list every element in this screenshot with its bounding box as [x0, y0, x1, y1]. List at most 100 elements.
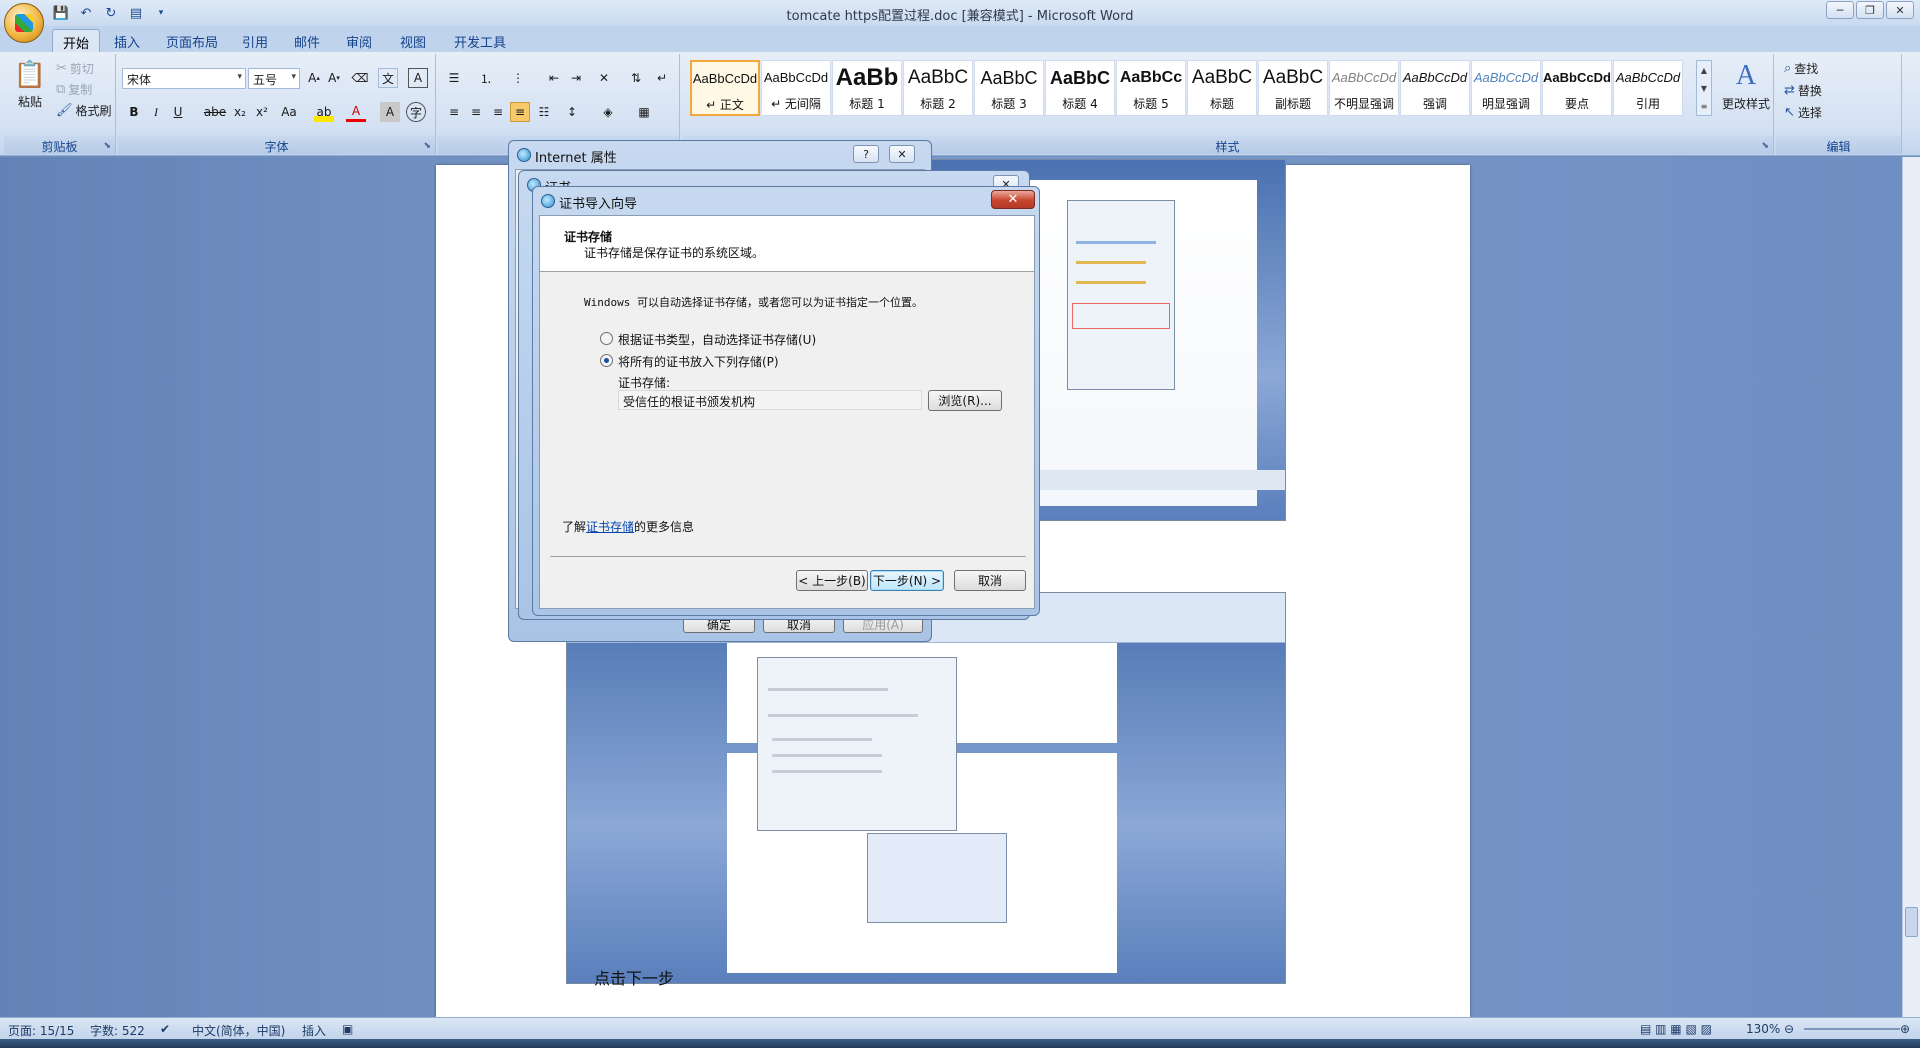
maximize-button[interactable]: ❐	[1856, 1, 1884, 19]
close-button[interactable]: ✕	[1886, 1, 1914, 19]
zoom-out-icon[interactable]: ⊖	[1784, 1022, 1794, 1036]
multilevel-list-icon[interactable]: ⋮	[508, 68, 528, 88]
radio-manual-store[interactable]	[600, 354, 613, 367]
shrink-font-icon[interactable]: A ▾	[324, 68, 344, 88]
tab-home[interactable]: 开始	[52, 29, 101, 52]
increase-indent-icon[interactable]: ⇥	[566, 68, 586, 88]
clear-format-icon[interactable]: ⌫	[350, 68, 370, 88]
tab-insert[interactable]: 插入	[104, 29, 150, 52]
grow-font-icon[interactable]: A ▴	[304, 68, 324, 88]
zoom-in-icon[interactable]: ⊕	[1900, 1022, 1910, 1036]
font-color-icon[interactable]: A	[346, 102, 366, 122]
word-count[interactable]: 字数: 522	[90, 1022, 145, 1039]
chevron-up-icon[interactable]: ▲	[1701, 66, 1707, 75]
radio-auto-store-label[interactable]: 根据证书类型，自动选择证书存储(U)	[618, 331, 816, 348]
language-indicator[interactable]: 中文(简体，中国)	[192, 1022, 285, 1039]
paste-button[interactable]: 📋 粘贴	[12, 60, 48, 110]
back-button[interactable]: < 上一步(B)	[796, 570, 868, 591]
radio-manual-store-label[interactable]: 将所有的证书放入下列存储(P)	[618, 353, 779, 370]
zoom-slider[interactable]	[1804, 1028, 1900, 1030]
dialog-launcher-icon[interactable]: ⬊	[423, 141, 431, 151]
cert-store-link[interactable]: 证书存储	[586, 520, 634, 534]
style-title[interactable]: AaBbC 标题	[1187, 60, 1257, 116]
find-button[interactable]: ⌕ 查找	[1784, 60, 1818, 77]
chinese-layout-icon[interactable]: ✕	[594, 68, 614, 88]
next-button[interactable]: 下一步(N) >	[870, 570, 944, 591]
cancel-button[interactable]: 取消	[954, 570, 1026, 591]
tab-review[interactable]: 审阅	[336, 29, 382, 52]
radio-auto-store[interactable]	[600, 332, 613, 345]
help-button[interactable]: ?	[853, 145, 879, 163]
change-styles-button[interactable]: A 更改样式	[1716, 60, 1776, 112]
office-button[interactable]	[4, 3, 44, 43]
font-name-combo[interactable]: 宋体 ▾	[122, 68, 246, 89]
macro-icon[interactable]: ▣	[342, 1022, 353, 1036]
format-painter-button[interactable]: 🖌 格式刷	[56, 102, 112, 119]
browse-button[interactable]: 浏览(R)...	[928, 390, 1002, 411]
style-gallery-scroll[interactable]: ▲ ▼ ≡	[1696, 60, 1712, 116]
style-no-spacing[interactable]: AaBbCcDd ↵ 无间隔	[761, 60, 831, 116]
superscript-icon[interactable]: x²	[252, 102, 272, 122]
font-size-combo[interactable]: 五号 ▾	[248, 68, 300, 89]
change-case-icon[interactable]: Aa	[276, 102, 302, 122]
decrease-indent-icon[interactable]: ⇤	[544, 68, 564, 88]
enclose-char-icon[interactable]: 字	[406, 102, 426, 122]
style-heading-5[interactable]: AaBbCc 标题 5	[1116, 60, 1186, 116]
line-spacing-icon[interactable]: ↕	[562, 102, 582, 122]
dialog-launcher-icon[interactable]: ⬊	[103, 141, 111, 151]
vertical-scrollbar[interactable]	[1902, 157, 1920, 1017]
minimize-button[interactable]: ─	[1826, 1, 1854, 19]
strikethrough-icon[interactable]: abe	[202, 102, 228, 122]
italic-icon[interactable]: I	[146, 102, 166, 122]
copy-button[interactable]: ⧉ 复制	[56, 81, 92, 98]
view-buttons[interactable]: ▤ ▥ ▦ ▧ ▨	[1640, 1022, 1712, 1036]
numbering-icon[interactable]: ⒈	[476, 68, 496, 88]
style-heading-4[interactable]: AaBbC 标题 4	[1045, 60, 1115, 116]
tab-developer[interactable]: 开发工具	[444, 29, 516, 52]
bullets-icon[interactable]: ☰	[444, 68, 464, 88]
subscript-icon[interactable]: x₂	[230, 102, 250, 122]
style-heading-2[interactable]: AaBbC 标题 2	[903, 60, 973, 116]
align-center-icon[interactable]: ≡	[466, 102, 486, 122]
borders-icon[interactable]: ▦	[634, 102, 654, 122]
align-right-icon[interactable]: ≡	[488, 102, 508, 122]
style-quote[interactable]: AaBbCcDd 引用	[1613, 60, 1683, 116]
style-subtitle[interactable]: AaBbC 副标题	[1258, 60, 1328, 116]
zoom-level[interactable]: 130%	[1746, 1022, 1780, 1036]
style-intense-emphasis[interactable]: AaBbCcDd 明显强调	[1471, 60, 1541, 116]
close-button[interactable]: ✕	[889, 145, 915, 163]
insert-mode[interactable]: 插入	[302, 1022, 326, 1039]
cut-button[interactable]: ✂ 剪切	[56, 60, 94, 77]
style-heading-1[interactable]: AaBb 标题 1	[832, 60, 902, 116]
shading-icon[interactable]: ◈	[598, 102, 618, 122]
replace-button[interactable]: ⇄ 替换	[1784, 82, 1822, 99]
close-button[interactable]: ✕	[991, 190, 1035, 209]
style-subtle-emphasis[interactable]: AaBbCcDd 不明显强调	[1329, 60, 1399, 116]
select-button[interactable]: ↖ 选择	[1784, 104, 1822, 121]
scroll-thumb[interactable]	[1905, 907, 1918, 937]
justify-icon[interactable]: ≡	[510, 102, 530, 122]
underline-icon[interactable]: U	[168, 102, 188, 122]
more-icon[interactable]: ≡	[1701, 102, 1708, 111]
style-heading-3[interactable]: AaBbC 标题 3	[974, 60, 1044, 116]
tab-mailings[interactable]: 邮件	[284, 29, 330, 52]
sort-icon[interactable]: ⇅	[626, 68, 646, 88]
style-emphasis[interactable]: AaBbCcDd 强调	[1400, 60, 1470, 116]
phonetic-guide-icon[interactable]: 文	[378, 68, 398, 88]
char-shading-icon[interactable]: A	[380, 102, 400, 122]
distributed-icon[interactable]: ☷	[534, 102, 554, 122]
align-left-icon[interactable]: ≡	[444, 102, 464, 122]
page-count[interactable]: 页面: 15/15	[8, 1022, 74, 1039]
proofing-icon[interactable]: ✔	[160, 1022, 170, 1036]
tab-references[interactable]: 引用	[232, 29, 278, 52]
bold-icon[interactable]: B	[124, 102, 144, 122]
style-normal[interactable]: AaBbCcDd ↵ 正文	[690, 60, 760, 116]
tab-view[interactable]: 视图	[390, 29, 436, 52]
chevron-down-icon[interactable]: ▼	[1701, 84, 1707, 93]
style-strong[interactable]: AaBbCcDd 要点	[1542, 60, 1612, 116]
char-border-icon[interactable]: A	[408, 68, 428, 88]
dialog-launcher-icon[interactable]: ⬊	[1761, 141, 1769, 151]
highlight-icon[interactable]: ab	[314, 102, 334, 122]
tab-page-layout[interactable]: 页面布局	[156, 29, 228, 52]
show-marks-icon[interactable]: ↵	[652, 68, 672, 88]
